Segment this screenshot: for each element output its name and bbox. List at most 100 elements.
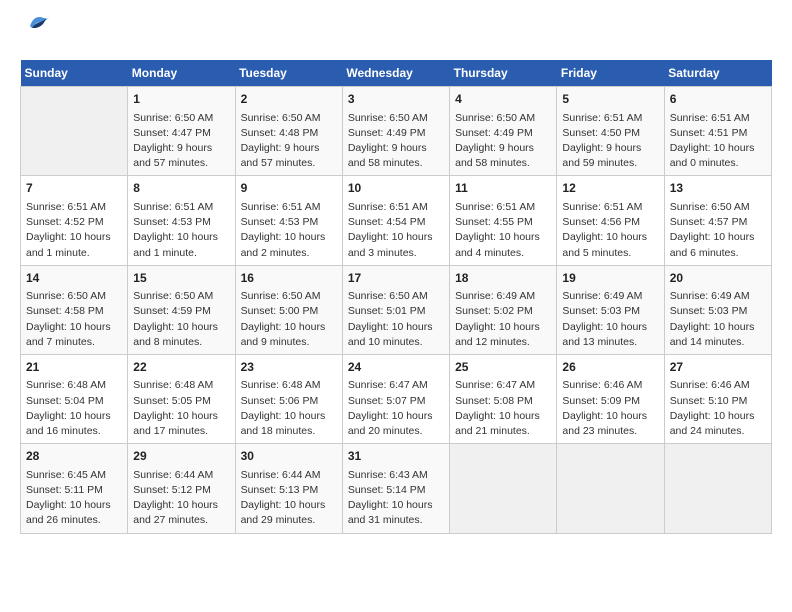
day-number: 1 [133,91,229,108]
day-number: 29 [133,448,229,465]
day-info: Sunrise: 6:46 AM Sunset: 5:10 PM Dayligh… [670,378,766,439]
calendar-week-row: 21 Sunrise: 6:48 AM Sunset: 5:04 PM Dayli… [21,354,772,443]
day-info: Sunrise: 6:46 AM Sunset: 5:09 PM Dayligh… [562,378,658,439]
day-number: 18 [455,270,551,287]
day-number: 4 [455,91,551,108]
day-number: 30 [241,448,337,465]
col-header-monday: Monday [128,60,235,87]
calendar-table: SundayMondayTuesdayWednesdayThursdayFrid… [20,60,772,533]
logo-bird-icon [24,12,52,34]
calendar-cell: 8 Sunrise: 6:51 AM Sunset: 4:53 PM Daylig… [128,176,235,265]
calendar-week-row: 28 Sunrise: 6:45 AM Sunset: 5:11 PM Dayli… [21,444,772,533]
day-info: Sunrise: 6:51 AM Sunset: 4:54 PM Dayligh… [348,200,444,261]
day-info: Sunrise: 6:51 AM Sunset: 4:53 PM Dayligh… [133,200,229,261]
calendar-cell: 1 Sunrise: 6:50 AM Sunset: 4:47 PM Daylig… [128,87,235,176]
day-number: 22 [133,359,229,376]
calendar-cell: 19Sunrise: 6:49 AM Sunset: 5:03 PM Dayli… [557,265,664,354]
day-info: Sunrise: 6:51 AM Sunset: 4:51 PM Dayligh… [670,111,766,172]
calendar-cell: 5 Sunrise: 6:51 AM Sunset: 4:50 PM Daylig… [557,87,664,176]
day-info: Sunrise: 6:51 AM Sunset: 4:53 PM Dayligh… [241,200,337,261]
calendar-cell: 2 Sunrise: 6:50 AM Sunset: 4:48 PM Daylig… [235,87,342,176]
day-info: Sunrise: 6:50 AM Sunset: 4:49 PM Dayligh… [348,111,444,172]
day-number: 14 [26,270,122,287]
day-number: 21 [26,359,122,376]
calendar-cell: 4 Sunrise: 6:50 AM Sunset: 4:49 PM Daylig… [450,87,557,176]
day-info: Sunrise: 6:45 AM Sunset: 5:11 PM Dayligh… [26,468,122,529]
calendar-cell: 12 Sunrise: 6:51 AM Sunset: 4:56 PM Dayli… [557,176,664,265]
calendar-cell: 18 Sunrise: 6:49 AM Sunset: 5:02 PM Dayli… [450,265,557,354]
day-number: 20 [670,270,766,287]
day-number: 28 [26,448,122,465]
day-number: 9 [241,180,337,197]
day-number: 2 [241,91,337,108]
day-number: 12 [562,180,658,197]
calendar-cell: 7Sunrise: 6:51 AM Sunset: 4:52 PM Daylig… [21,176,128,265]
day-info: Sunrise: 6:51 AM Sunset: 4:55 PM Dayligh… [455,200,551,261]
calendar-cell: 29 Sunrise: 6:44 AM Sunset: 5:12 PM Dayli… [128,444,235,533]
day-info: Sunrise: 6:48 AM Sunset: 5:06 PM Dayligh… [241,378,337,439]
calendar-cell: 21 Sunrise: 6:48 AM Sunset: 5:04 PM Dayli… [21,354,128,443]
calendar-cell [450,444,557,533]
day-info: Sunrise: 6:51 AM Sunset: 4:50 PM Dayligh… [562,111,658,172]
calendar-cell: 9 Sunrise: 6:51 AM Sunset: 4:53 PM Daylig… [235,176,342,265]
day-info: Sunrise: 6:47 AM Sunset: 5:07 PM Dayligh… [348,378,444,439]
day-number: 8 [133,180,229,197]
day-number: 15 [133,270,229,287]
calendar-cell: 13 Sunrise: 6:50 AM Sunset: 4:57 PM Dayli… [664,176,771,265]
day-number: 5 [562,91,658,108]
calendar-cell: 6Sunrise: 6:51 AM Sunset: 4:51 PM Daylig… [664,87,771,176]
day-number: 13 [670,180,766,197]
calendar-cell: 20 Sunrise: 6:49 AM Sunset: 5:03 PM Dayli… [664,265,771,354]
day-info: Sunrise: 6:50 AM Sunset: 5:00 PM Dayligh… [241,289,337,350]
calendar-cell: 3 Sunrise: 6:50 AM Sunset: 4:49 PM Daylig… [342,87,449,176]
calendar-cell: 17 Sunrise: 6:50 AM Sunset: 5:01 PM Dayli… [342,265,449,354]
day-number: 17 [348,270,444,287]
day-info: Sunrise: 6:50 AM Sunset: 5:01 PM Dayligh… [348,289,444,350]
day-info: Sunrise: 6:50 AM Sunset: 4:48 PM Dayligh… [241,111,337,172]
calendar-cell: 28 Sunrise: 6:45 AM Sunset: 5:11 PM Dayli… [21,444,128,533]
day-number: 25 [455,359,551,376]
day-info: Sunrise: 6:51 AM Sunset: 4:56 PM Dayligh… [562,200,658,261]
day-info: Sunrise: 6:47 AM Sunset: 5:08 PM Dayligh… [455,378,551,439]
day-info: Sunrise: 6:44 AM Sunset: 5:13 PM Dayligh… [241,468,337,529]
calendar-header-row: SundayMondayTuesdayWednesdayThursdayFrid… [21,60,772,87]
calendar-cell [664,444,771,533]
calendar-cell [557,444,664,533]
day-info: Sunrise: 6:49 AM Sunset: 5:02 PM Dayligh… [455,289,551,350]
col-header-friday: Friday [557,60,664,87]
calendar-cell: 16 Sunrise: 6:50 AM Sunset: 5:00 PM Dayli… [235,265,342,354]
day-info: Sunrise: 6:50 AM Sunset: 4:47 PM Dayligh… [133,111,229,172]
calendar-week-row: 7Sunrise: 6:51 AM Sunset: 4:52 PM Daylig… [21,176,772,265]
calendar-cell: 10 Sunrise: 6:51 AM Sunset: 4:54 PM Dayli… [342,176,449,265]
calendar-cell: 14Sunrise: 6:50 AM Sunset: 4:58 PM Dayli… [21,265,128,354]
day-number: 23 [241,359,337,376]
day-info: Sunrise: 6:49 AM Sunset: 5:03 PM Dayligh… [562,289,658,350]
day-number: 10 [348,180,444,197]
logo [20,20,52,44]
day-info: Sunrise: 6:50 AM Sunset: 4:57 PM Dayligh… [670,200,766,261]
calendar-cell: 23 Sunrise: 6:48 AM Sunset: 5:06 PM Dayli… [235,354,342,443]
calendar-cell: 25 Sunrise: 6:47 AM Sunset: 5:08 PM Dayli… [450,354,557,443]
day-number: 3 [348,91,444,108]
day-number: 7 [26,180,122,197]
col-header-sunday: Sunday [21,60,128,87]
calendar-cell: 30 Sunrise: 6:44 AM Sunset: 5:13 PM Dayli… [235,444,342,533]
day-info: Sunrise: 6:44 AM Sunset: 5:12 PM Dayligh… [133,468,229,529]
col-header-tuesday: Tuesday [235,60,342,87]
day-info: Sunrise: 6:48 AM Sunset: 5:05 PM Dayligh… [133,378,229,439]
day-info: Sunrise: 6:50 AM Sunset: 4:49 PM Dayligh… [455,111,551,172]
day-number: 24 [348,359,444,376]
col-header-saturday: Saturday [664,60,771,87]
calendar-week-row: 14Sunrise: 6:50 AM Sunset: 4:58 PM Dayli… [21,265,772,354]
day-number: 16 [241,270,337,287]
day-info: Sunrise: 6:50 AM Sunset: 4:59 PM Dayligh… [133,289,229,350]
col-header-thursday: Thursday [450,60,557,87]
calendar-cell [21,87,128,176]
page-header [20,20,772,44]
day-number: 31 [348,448,444,465]
day-info: Sunrise: 6:49 AM Sunset: 5:03 PM Dayligh… [670,289,766,350]
calendar-cell: 15 Sunrise: 6:50 AM Sunset: 4:59 PM Dayli… [128,265,235,354]
day-info: Sunrise: 6:48 AM Sunset: 5:04 PM Dayligh… [26,378,122,439]
calendar-cell: 22 Sunrise: 6:48 AM Sunset: 5:05 PM Dayli… [128,354,235,443]
calendar-week-row: 1 Sunrise: 6:50 AM Sunset: 4:47 PM Daylig… [21,87,772,176]
